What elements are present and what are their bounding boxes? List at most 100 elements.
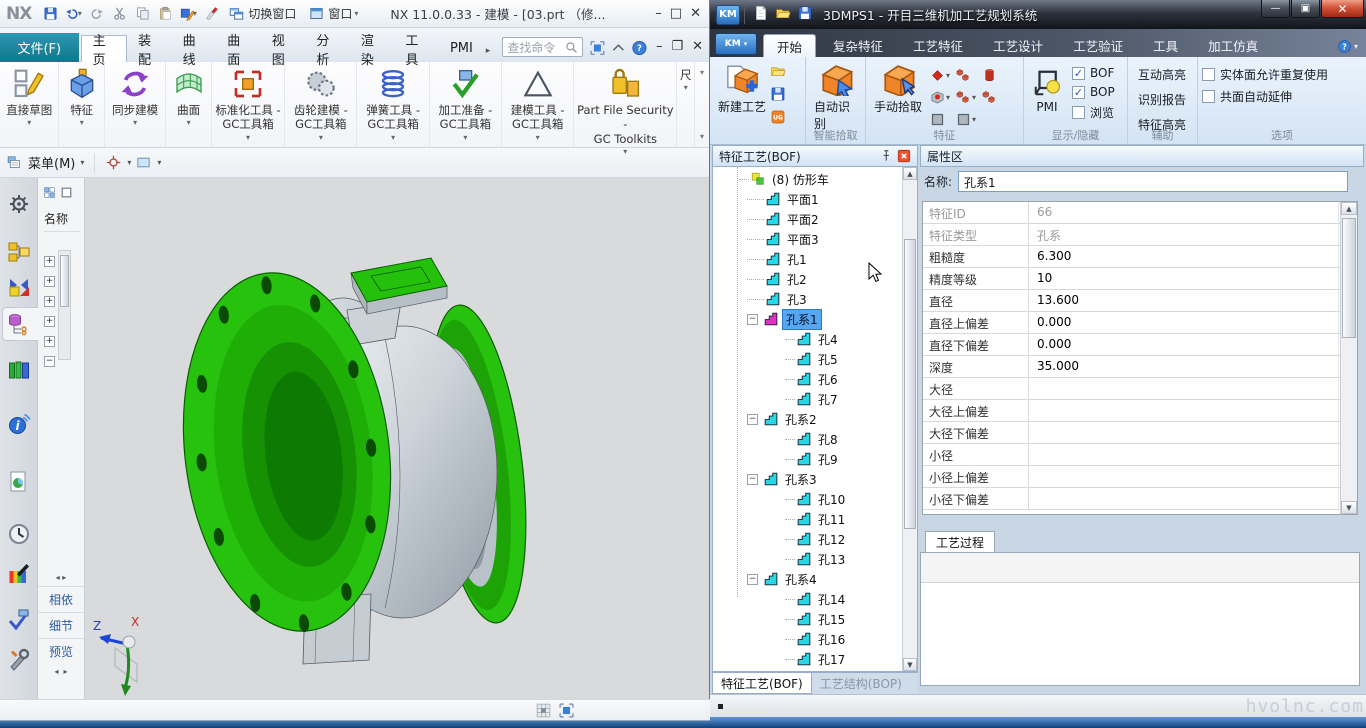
tree-scrollbar[interactable]: ▲ ▼ [902, 167, 917, 671]
feature-pick-gray-square[interactable] [930, 112, 956, 127]
tab-曲线[interactable]: 曲线 [172, 35, 217, 62]
save-file-button[interactable] [797, 5, 813, 24]
part-navigator-icon[interactable] [7, 312, 31, 336]
feature-pick-cube-pair[interactable]: ▾ [956, 90, 982, 105]
navigator-expander[interactable]: + [44, 336, 55, 347]
property-value[interactable] [1029, 378, 1339, 399]
property-value[interactable] [1029, 488, 1339, 509]
reuse-library-icon[interactable] [7, 358, 31, 382]
open-file-button[interactable] [775, 5, 791, 24]
tree-item-孔系2[interactable]: −孔系2 [713, 409, 901, 429]
tree-item-平面1[interactable]: 平面1 [713, 189, 901, 209]
property-value[interactable]: 13.600 [1029, 290, 1339, 311]
pin-icon[interactable] [879, 149, 893, 163]
expander-minus[interactable]: − [747, 474, 758, 485]
ribbon-group-曲面[interactable]: 曲面▾ [166, 62, 212, 147]
tree-item-孔10[interactable]: 孔10 [713, 489, 901, 509]
property-value[interactable]: 6.300 [1029, 246, 1339, 267]
tree-item-孔17[interactable]: 孔17 [713, 649, 901, 669]
tree-item-孔4[interactable]: 孔4 [713, 329, 901, 349]
doc-close-button[interactable]: ✕ [692, 39, 703, 54]
aux-互动高亮[interactable]: 互动高亮 [1132, 65, 1192, 84]
manual-pick-button[interactable]: 手动拾取 [870, 60, 926, 117]
history-icon[interactable] [7, 522, 31, 546]
tree-item-孔11[interactable]: 孔11 [713, 509, 901, 529]
new-file-button[interactable] [753, 5, 769, 24]
ribbon-group-特征[interactable]: 特征▾ [59, 62, 105, 147]
new-process-button[interactable]: 新建工艺 [714, 60, 770, 117]
tree-item-孔13[interactable]: 孔13 [713, 549, 901, 569]
property-value[interactable] [1029, 444, 1339, 465]
nx-3d-viewport[interactable]: Z X Y [85, 178, 709, 700]
ribbon-group-建模工具 -[interactable]: 建模工具 - GC工具箱▾ [502, 62, 574, 147]
expander-minus[interactable]: − [747, 574, 758, 585]
tree-tab-工艺结构(BOP)[interactable]: 工艺结构(BOP) [812, 673, 910, 694]
tree-item-孔16[interactable]: 孔16 [713, 629, 901, 649]
tab-视图[interactable]: 视图 [261, 35, 306, 62]
tree-item-孔7[interactable]: 孔7 [713, 389, 901, 409]
constraint-navigator-icon[interactable] [7, 274, 31, 298]
tree-tab-特征工艺(BOF)[interactable]: 特征工艺(BOF) [712, 673, 812, 694]
property-value[interactable]: 10 [1029, 268, 1339, 289]
navigator-expander[interactable]: + [44, 256, 55, 267]
tree-item-(8) 仿形车[interactable]: (8) 仿形车 [713, 169, 901, 189]
nx-maximize-button[interactable]: □ [670, 6, 682, 21]
paste-button[interactable] [155, 4, 175, 24]
navigator-expander[interactable]: + [44, 276, 55, 287]
tools-icon[interactable] [7, 648, 31, 672]
feature-pick-cube-pair[interactable] [956, 68, 982, 83]
tab-装配[interactable]: 装配 [127, 35, 172, 62]
property-value[interactable]: 35.000 [1029, 356, 1339, 377]
nx-file-menu-button[interactable]: 文件(F) [0, 33, 79, 62]
switch-window-button[interactable]: 切换窗口 [224, 4, 301, 23]
window-display-icon[interactable] [558, 702, 575, 719]
km-help-button[interactable]: ?▾ [1337, 39, 1358, 54]
tree-item-孔12[interactable]: 孔12 [713, 529, 901, 549]
tab-工具[interactable]: 工具 [394, 35, 439, 62]
feature-name-input[interactable]: 孔系1 [958, 171, 1348, 192]
km-close-button[interactable]: ✕ [1321, 0, 1364, 18]
rect-select-dropdown[interactable]: ▾ [135, 154, 161, 171]
navigator-scrollbar[interactable] [58, 250, 71, 360]
web-browser-icon[interactable]: i [7, 412, 31, 436]
property-value[interactable] [1029, 422, 1339, 443]
redo-button[interactable] [86, 4, 106, 24]
pmi-button[interactable]: PMI [1028, 60, 1066, 116]
navigator-expander[interactable]: − [44, 356, 55, 367]
cut-button[interactable] [109, 4, 129, 24]
snapshot-icon[interactable] [535, 702, 552, 719]
help-icon[interactable]: ? [631, 39, 648, 57]
process-tab[interactable]: 工艺过程 [925, 531, 995, 553]
km-tab-开始[interactable]: 开始 [763, 34, 816, 57]
assembly-navigator-icon[interactable] [7, 240, 31, 264]
km-tab-工艺特征[interactable]: 工艺特征 [900, 34, 976, 57]
tab-主页[interactable]: 主页 [81, 35, 128, 62]
tab-渲染[interactable]: 渲染 [350, 35, 395, 62]
ribbon-group-Part File Security -[interactable]: Part File Security - GC Toolkits▾ [574, 62, 677, 147]
properties-scrollbar[interactable]: ▲ ▼ [1340, 202, 1357, 514]
tree-item-孔系1[interactable]: −孔系1 [713, 309, 901, 329]
ribbon-overflow[interactable]: ▾▾ [695, 62, 709, 147]
feature-pick-gray-square[interactable]: ▾ [956, 112, 982, 127]
tree-item-孔5[interactable]: 孔5 [713, 349, 901, 369]
km-tab-复杂特征[interactable]: 复杂特征 [820, 34, 896, 57]
km-tab-工艺验证[interactable]: 工艺验证 [1060, 34, 1136, 57]
fullscreen-icon[interactable] [589, 39, 606, 57]
feature-pick-cylinder-red[interactable] [982, 68, 1008, 83]
dependencies-label[interactable]: 相依 [38, 586, 84, 608]
copy-button[interactable] [132, 4, 152, 24]
nx-minimize-button[interactable]: – [655, 6, 662, 21]
tree-item-孔14[interactable]: 孔14 [713, 589, 901, 609]
panel-filter-icon[interactable] [43, 186, 56, 199]
save-as-button[interactable]: ▾ [178, 4, 198, 24]
tree-item-孔系3[interactable]: −孔系3 [713, 469, 901, 489]
tree-item-平面2[interactable]: 平面2 [713, 209, 901, 229]
doc-restore-button[interactable]: ❐ [671, 39, 683, 54]
km-tab-工艺设计[interactable]: 工艺设计 [980, 34, 1056, 57]
tree-item-孔6[interactable]: 孔6 [713, 369, 901, 389]
option-实体面允许重复使用-checkbox[interactable]: 实体面允许重复使用 [1202, 66, 1328, 83]
tree-item-孔3[interactable]: 孔3 [713, 289, 901, 309]
tab-PMI[interactable]: PMI [439, 35, 484, 62]
display-浏览-checkbox[interactable]: 浏览 [1072, 104, 1115, 121]
option-共面自动延伸-checkbox[interactable]: 共面自动延伸 [1202, 88, 1328, 105]
